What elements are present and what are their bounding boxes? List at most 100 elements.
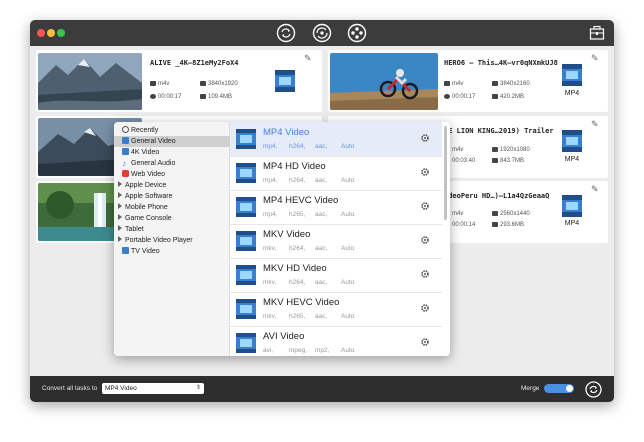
video-task-card[interactable]: HERO6 – This…4K–vr0qNXmkUJ8 m4v 3840x216… [328,50,608,112]
category-tablet[interactable]: Tablet [114,224,233,235]
clock-icon [444,94,450,99]
video-title: ALIVE _4K–8Z1eMy2FoX4 [150,59,239,67]
zoom-window-button[interactable] [57,29,65,37]
video-resolution: 1920x1080 [492,147,530,153]
tv-icon [122,247,129,254]
output-format-label[interactable]: MP4 [561,90,583,97]
video-format-icon [236,299,256,319]
video-resolution: 2560x1440 [492,211,530,217]
gear-icon[interactable] [420,303,430,313]
gear-icon[interactable] [420,337,430,347]
disclosure-triangle-icon[interactable] [118,181,122,187]
convert-all-button[interactable] [585,381,602,398]
edit-icon[interactable]: ✎ [591,184,599,195]
category-4k-video[interactable]: 4K Video [114,147,237,158]
film-reel-icon[interactable] [347,23,367,43]
edit-icon[interactable]: ✎ [591,53,599,64]
format-list: MP4 Video mp4, h264, aac, Auto MP4 HD Video… [230,122,442,356]
download-icon [492,222,498,227]
gear-icon[interactable] [420,201,430,211]
disclosure-triangle-icon[interactable] [118,214,122,220]
video-size: 109.4MB [200,94,232,100]
format-option[interactable]: MP4 HEVC Video mp4, h265, aac, Auto [230,190,442,225]
clock-icon [122,126,129,133]
format-option[interactable]: AVI Video avi, mpeg, mp2, Auto [230,326,442,356]
video-task-card[interactable]: ALIVE _4K–8Z1eMy2FoX4 m4v 3840x1920 00:0… [36,50,322,112]
gear-icon[interactable] [420,133,430,143]
format-name: MP4 Video [263,127,310,138]
film-icon [444,81,450,86]
task-list: ALIVE _4K–8Z1eMy2FoX4 m4v 3840x1920 00:0… [30,46,614,376]
film-icon [122,137,129,144]
video-resolution: 3840x2160 [492,81,530,87]
close-window-button[interactable] [37,29,45,37]
clock-icon [150,94,156,99]
disclosure-triangle-icon[interactable] [118,225,122,231]
display-icon [492,81,498,86]
format-tags: mp4, h264, aac, Auto [263,143,355,150]
toolbox-icon[interactable] [589,25,605,41]
video-convert-icon[interactable] [276,23,296,43]
format-name: MKV Video [263,229,311,240]
category-tv-video[interactable]: TV Video [114,246,237,257]
video-size: 293.6MB [492,222,524,228]
output-format-icon[interactable] [561,62,583,88]
category-portable-video-player[interactable]: Portable Video Player [114,235,233,246]
bottom-bar: Convert all tasks to MP4 Video ⇕ Merge [30,376,614,402]
video-format-icon [236,197,256,217]
disclosure-triangle-icon[interactable] [118,236,122,242]
edit-icon[interactable]: ✎ [304,53,312,64]
format-category-list: Recently General Video 4K Video ♪ General… [114,122,237,356]
format-option[interactable]: MP4 HD Video mp4, h264, aac, Auto [230,156,442,191]
format-list-scrollbar[interactable] [444,126,447,220]
category-game-console[interactable]: Game Console [114,213,233,224]
disclosure-triangle-icon[interactable] [118,203,122,209]
disclosure-triangle-icon[interactable] [118,192,122,198]
video-format-icon [236,265,256,285]
video-format-icon [236,129,256,149]
category-general-video[interactable]: General Video [114,136,237,147]
format-option[interactable]: MP4 Video mp4, h264, aac, Auto [230,122,442,157]
gear-icon[interactable] [420,269,430,279]
gear-icon[interactable] [420,235,430,245]
format-option[interactable]: MKV HD Video mkv, h264, aac, Auto [230,258,442,293]
category-mobile-phone[interactable]: Mobile Phone [114,202,233,213]
video-resolution: 3840x1920 [200,81,238,87]
format-option[interactable]: MKV HEVC Video mkv, h265, aac, Auto [230,292,442,327]
format-tags: mkv, h265, aac, Auto [263,313,355,320]
format-name: MKV HEVC Video [263,297,340,308]
video-thumbnail [330,53,438,110]
convert-all-format-select[interactable]: MP4 Video ⇕ [102,383,204,394]
video-size: 420.2MB [492,94,524,100]
edit-icon[interactable]: ✎ [591,119,599,130]
gear-icon[interactable] [420,167,430,177]
video-container: m4v [444,81,463,87]
video-duration: 00:00:17 [444,94,475,100]
audio-convert-icon[interactable] [312,23,332,43]
category-recently[interactable]: Recently [114,125,237,136]
output-format-label[interactable]: MP4 [561,156,583,163]
minimize-window-button[interactable] [47,29,55,37]
video-duration: 00:00:17 [150,94,181,100]
format-option[interactable]: MKV Video mkv, h264, aac, Auto [230,224,442,259]
merge-toggle[interactable] [544,384,574,393]
app-window: ALIVE _4K–8Z1eMy2FoX4 m4v 3840x1920 00:0… [30,20,614,402]
output-format-icon[interactable] [561,128,583,154]
format-tags: mp4, h265, aac, Auto [263,211,355,218]
video-title: ideoPeru HD…)–L1a4QzGeaaQ [444,192,550,200]
category-apple-device[interactable]: Apple Device [114,180,233,191]
output-format-icon[interactable] [274,68,296,94]
merge-label: Merge [521,385,540,392]
output-format-label[interactable]: MP4 [561,220,583,227]
display-icon [200,81,206,86]
category-apple-software[interactable]: Apple Software [114,191,233,202]
music-note-icon: ♪ [122,159,126,168]
format-tags: mp4, h264, aac, Auto [263,177,355,184]
format-tags: mkv, h264, aac, Auto [263,279,355,286]
format-tags: mkv, h264, aac, Auto [263,245,355,252]
output-format-icon[interactable] [561,193,583,219]
category-web-video[interactable]: Web Video [114,169,237,180]
category-general-audio[interactable]: ♪ General Audio [114,158,237,169]
video-container: m4v [150,81,169,87]
convert-all-label: Convert all tasks to [42,385,98,392]
